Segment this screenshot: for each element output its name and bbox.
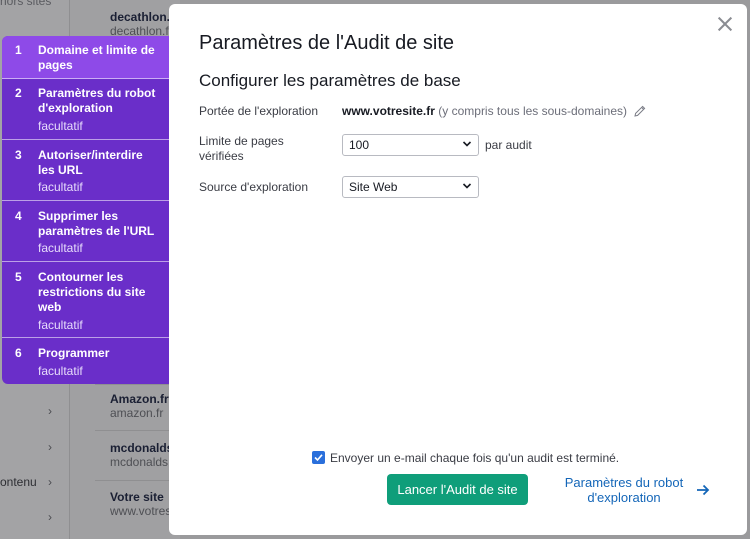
scope-hint: (y compris tous les sous-domaines) — [438, 104, 627, 118]
step-optional: facultatif — [38, 241, 83, 255]
step-number: 1 — [15, 43, 22, 57]
page-limit-suffix: par audit — [485, 138, 532, 152]
background-left-text: ontenu — [0, 475, 37, 489]
step-label: Paramètres du robot d'exploration — [38, 86, 156, 115]
email-notification-label[interactable]: Envoyer un e-mail chaque fois qu'un audi… — [330, 451, 619, 465]
chevron-right-icon[interactable]: › — [48, 440, 52, 454]
next-step-link[interactable]: Paramètres du robot d'exploration — [559, 475, 689, 505]
chevron-right-icon[interactable]: › — [48, 510, 52, 524]
background-row[interactable]: decathlon.fr decathlon.fr — [110, 10, 170, 38]
divider — [95, 384, 175, 385]
background-row-name: Amazon.fr — [110, 392, 169, 406]
chevron-down-icon — [462, 180, 472, 194]
step-number: 5 — [15, 270, 22, 284]
scope-label: Portée de l'exploration — [199, 104, 319, 118]
background-row-name: mcdonalds.fr — [110, 441, 170, 455]
background-row[interactable]: Amazon.fr amazon.fr — [110, 392, 170, 420]
background-row[interactable]: mcdonalds.fr mcdonalds.fr — [110, 441, 170, 469]
step-number: 6 — [15, 346, 22, 360]
email-notification-checkbox[interactable] — [312, 451, 325, 464]
crawl-source-value: Site Web — [349, 180, 398, 194]
site-audit-settings-modal: Paramètres de l'Audit de site Configurer… — [169, 4, 747, 535]
chevron-right-icon[interactable]: › — [48, 404, 52, 418]
background-row-name: Votre site — [110, 490, 164, 504]
arrow-right-icon[interactable] — [696, 483, 710, 501]
close-icon[interactable] — [715, 14, 735, 34]
divider — [95, 480, 175, 481]
step-optional: facultatif — [38, 364, 83, 378]
step-label: Contourner les restrictions du site web — [38, 270, 146, 314]
step-optional: facultatif — [38, 318, 83, 332]
step-schedule[interactable]: 6 Programmer facultatif — [2, 338, 169, 384]
step-optional: facultatif — [38, 119, 83, 133]
background-row-url: amazon.fr — [110, 406, 164, 420]
step-optional: facultatif — [38, 180, 83, 194]
step-label: Supprimer les paramètres de l'URL — [38, 209, 155, 238]
step-label: Domaine et limite de pages — [38, 43, 155, 72]
background-row-url: mcdonalds.fr — [110, 455, 170, 469]
step-label: Autoriser/interdire les URL — [38, 148, 143, 177]
step-bypass-restrictions[interactable]: 5 Contourner les restrictions du site we… — [2, 262, 169, 338]
step-number: 2 — [15, 86, 22, 100]
page-limit-value: 100 — [349, 138, 370, 152]
background-row-name: decathlon.fr — [110, 10, 170, 24]
scope-domain: www.votresite.fr — [342, 104, 435, 118]
step-domain-limit[interactable]: 1 Domaine et limite de pages — [2, 36, 169, 79]
divider — [95, 430, 175, 431]
crawl-source-select[interactable]: Site Web — [342, 176, 479, 198]
pencil-icon[interactable] — [634, 105, 646, 120]
step-number: 4 — [15, 209, 22, 223]
step-remove-url-params[interactable]: 4 Supprimer les paramètres de l'URL facu… — [2, 201, 169, 262]
background-top-fragment: hors sites — [0, 0, 52, 8]
scope-value: www.votresite.fr (y compris tous les sou… — [342, 104, 646, 120]
page-limit-select[interactable]: 100 — [342, 134, 479, 156]
chevron-down-icon — [462, 138, 472, 152]
background-row-url: www.votresite.fr — [110, 504, 170, 518]
launch-audit-button[interactable]: Lancer l'Audit de site — [387, 474, 528, 505]
modal-title: Paramètres de l'Audit de site — [199, 32, 455, 54]
step-allow-disallow-urls[interactable]: 3 Autoriser/interdire les URL facultatif — [2, 140, 169, 201]
page-limit-label: Limite de pages vérifiées — [199, 134, 284, 163]
step-number: 3 — [15, 148, 22, 162]
step-crawler-settings[interactable]: 2 Paramètres du robot d'exploration facu… — [2, 79, 169, 140]
setup-steps-sidebar: 1 Domaine et limite de pages 2 Paramètre… — [2, 36, 169, 384]
background-row[interactable]: Votre site www.votresite.fr — [110, 490, 170, 518]
crawl-source-label: Source d'exploration — [199, 180, 309, 194]
step-label: Programmer — [38, 346, 110, 360]
section-title: Configurer les paramètres de base — [199, 71, 461, 90]
chevron-right-icon[interactable]: › — [48, 475, 52, 489]
